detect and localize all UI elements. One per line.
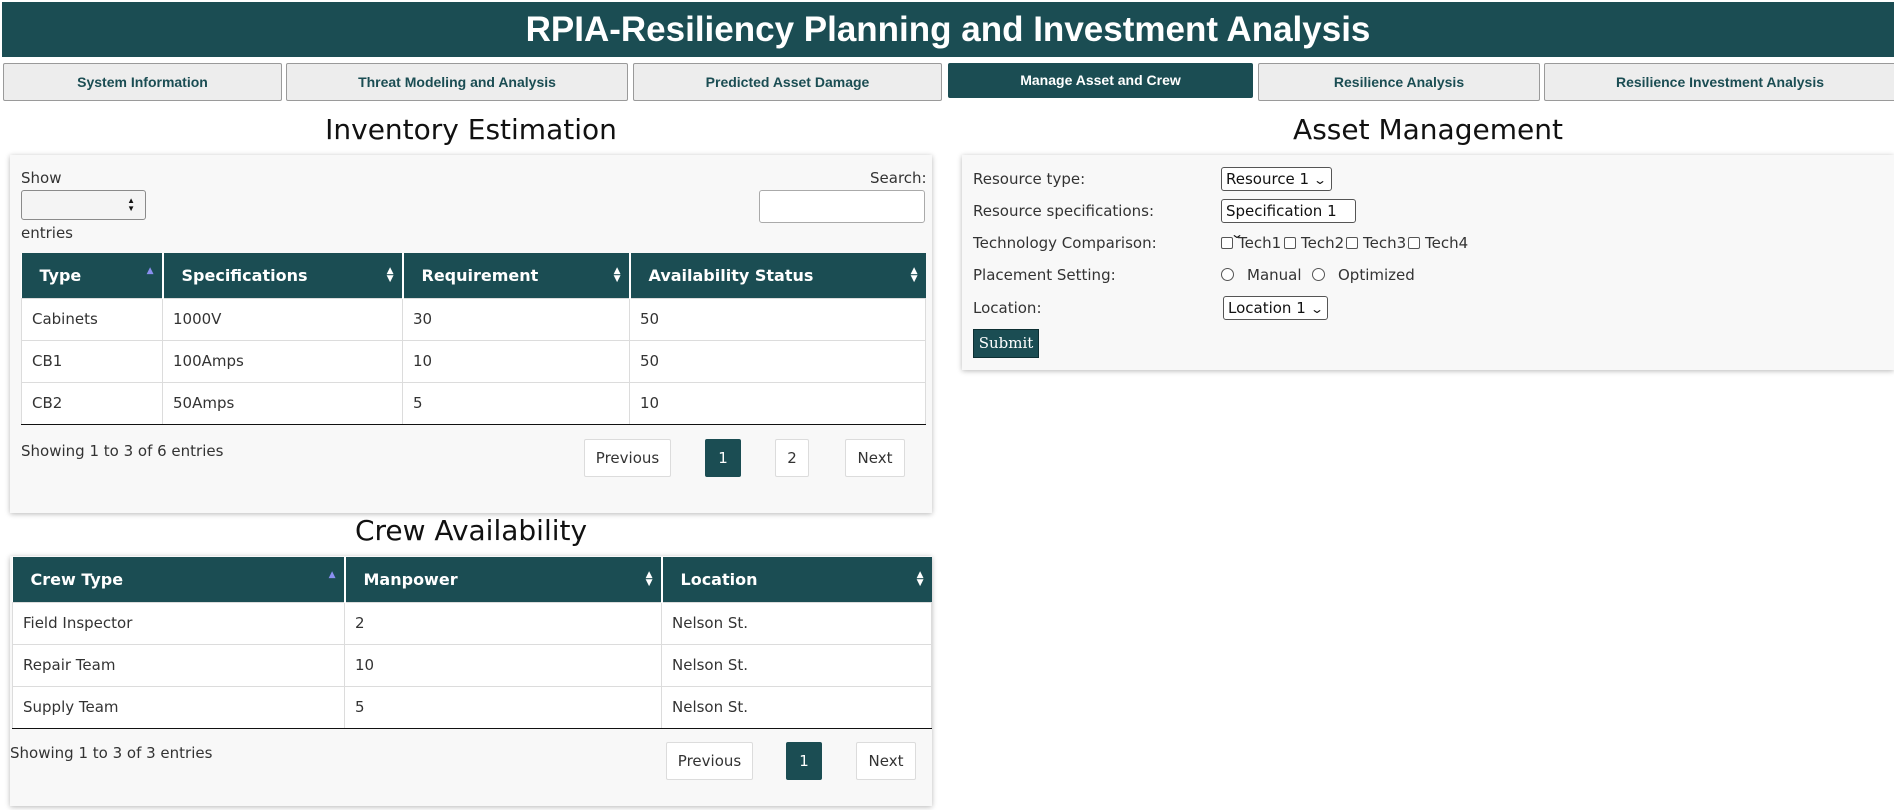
show-label: Show — [21, 169, 62, 187]
resource-spec-label: Resource specifications: — [973, 202, 1155, 220]
tech2-checkbox[interactable] — [1284, 237, 1296, 249]
crew-table: Crew Type ▲ Manpower ▲ ▼ Location ▲ ▼ Field I… — [12, 557, 932, 729]
tab-resilience-analysis[interactable]: Resilience Analysis — [1258, 63, 1540, 101]
tech4-checkbox[interactable] — [1408, 237, 1420, 249]
table-row: CB2 50Amps 5 10 — [21, 381, 926, 425]
location-label: Location: — [973, 299, 1042, 317]
page-button-2[interactable]: 2 — [775, 439, 809, 477]
col-location[interactable]: Location ▲ ▼ — [661, 557, 932, 602]
col-requirement[interactable]: Requirement ▲ ▼ — [402, 253, 631, 298]
sort-icon: ▲ ▼ — [645, 570, 653, 588]
table-row: Field Inspector 2 Nelson St. — [12, 601, 932, 645]
entries-label: entries — [21, 224, 73, 242]
tab-manage-asset-and-crew[interactable]: Manage Asset and Crew — [948, 63, 1253, 98]
main-tabs: System Information Threat Modeling and A… — [3, 63, 1894, 101]
col-specifications[interactable]: Specifications ▲ ▼ — [162, 253, 404, 298]
search-input[interactable] — [759, 190, 925, 223]
entries-length-select[interactable]: ▲ ▼ — [21, 190, 146, 220]
crew-panel: Crew Type ▲ Manpower ▲ ▼ Location ▲ ▼ Field I… — [10, 556, 932, 806]
tech1-label: Tech1 — [1238, 234, 1282, 252]
chevron-down-icon: ⌄ — [1309, 302, 1324, 316]
tab-predicted-asset-damage[interactable]: Predicted Asset Damage — [633, 63, 942, 101]
optimized-radio[interactable] — [1312, 268, 1325, 281]
app-title: RPIA-Resiliency Planning and Investment … — [2, 2, 1894, 57]
tech-comparison-label: Technology Comparison: — [973, 234, 1157, 252]
resource-type-select[interactable]: Resource 1 ⌄ — [1221, 167, 1332, 191]
tab-resilience-investment-analysis[interactable]: Resilience Investment Analysis — [1544, 63, 1894, 101]
sort-icon: ▲ ▼ — [916, 570, 924, 588]
previous-button[interactable]: Previous — [666, 742, 753, 780]
table-row: Repair Team 10 Nelson St. — [12, 643, 932, 687]
sort-icon: ▲ ▼ — [910, 266, 918, 284]
table-info: Showing 1 to 3 of 6 entries — [21, 442, 224, 460]
select-arrows-icon: ▲ ▼ — [127, 196, 135, 213]
table-row: Supply Team 5 Nelson St. — [12, 685, 932, 729]
tab-system-information[interactable]: System Information — [3, 63, 282, 101]
resource-spec-select[interactable]: Specification 1⌄ — [1221, 199, 1356, 241]
page-button-1[interactable]: 1 — [786, 742, 822, 780]
sort-asc-icon: ▲ — [328, 570, 336, 580]
col-type[interactable]: Type ▲ — [21, 253, 164, 298]
asset-panel: Resource type: Resource 1 ⌄ Resource spec… — [962, 155, 1894, 370]
col-manpower[interactable]: Manpower ▲ ▼ — [344, 557, 663, 602]
inventory-panel: Show ▲ ▼ entries Search: Type ▲ Specificat… — [10, 155, 932, 513]
inventory-table: Type ▲ Specifications ▲ ▼ Requirement ▲ ▼ Ava… — [21, 253, 926, 425]
location-select[interactable]: Location 1 ⌄ — [1223, 296, 1328, 320]
sort-icon: ▲ ▼ — [386, 266, 394, 284]
table-row: CB1 100Amps 10 50 — [21, 339, 926, 383]
sort-asc-icon: ▲ — [146, 266, 154, 276]
table-info: Showing 1 to 3 of 3 entries — [10, 744, 213, 762]
tab-threat-modeling[interactable]: Threat Modeling and Analysis — [286, 63, 628, 101]
tech3-label: Tech3 — [1363, 234, 1407, 252]
resource-type-label: Resource type: — [973, 170, 1086, 188]
sort-icon: ▲ ▼ — [613, 266, 621, 284]
col-availability-status[interactable]: Availability Status ▲ ▼ — [629, 253, 926, 298]
optimized-label: Optimized — [1338, 266, 1415, 284]
tech3-checkbox[interactable] — [1346, 237, 1358, 249]
previous-button[interactable]: Previous — [584, 439, 671, 477]
page-button-1[interactable]: 1 — [705, 439, 741, 477]
next-button[interactable]: Next — [845, 439, 905, 477]
tech4-label: Tech4 — [1425, 234, 1469, 252]
placement-label: Placement Setting: — [973, 266, 1116, 284]
asset-title: Asset Management — [1293, 113, 1563, 146]
tech1-checkbox[interactable] — [1221, 237, 1233, 249]
next-button[interactable]: Next — [856, 742, 916, 780]
search-label: Search: — [870, 169, 927, 187]
col-crew-type[interactable]: Crew Type ▲ — [12, 557, 346, 602]
submit-button[interactable]: Submit — [973, 329, 1039, 358]
crew-title: Crew Availability — [354, 514, 588, 547]
table-row: Cabinets 1000V 30 50 — [21, 297, 926, 341]
manual-radio[interactable] — [1221, 268, 1234, 281]
manual-label: Manual — [1247, 266, 1302, 284]
chevron-down-icon: ⌄ — [1313, 173, 1328, 187]
inventory-title: Inventory Estimation — [325, 113, 617, 146]
tech2-label: Tech2 — [1301, 234, 1345, 252]
